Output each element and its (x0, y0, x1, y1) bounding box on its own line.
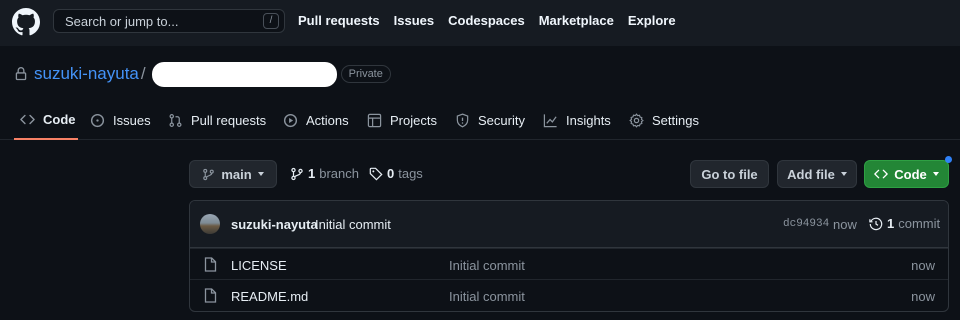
file-browser: suzuki-nayuta Initial commit dc94934 now… (189, 200, 949, 312)
go-to-file-label: Go to file (701, 166, 758, 182)
notification-dot (945, 156, 952, 163)
file-name-link[interactable]: README.md (231, 289, 308, 304)
nav-explore[interactable]: Explore (628, 13, 676, 28)
branch-icon (291, 167, 303, 180)
nav-pull-requests[interactable]: Pull requests (298, 13, 380, 28)
search-input[interactable]: Search or jump to... / (53, 9, 285, 33)
chevron-down-icon (840, 172, 847, 176)
branch-count: 1 (308, 166, 316, 181)
search-shortcut-key: / (263, 13, 279, 29)
branch-select-button[interactable]: main (189, 160, 277, 188)
tab-settings-label: Settings (652, 112, 699, 128)
tab-code[interactable]: Code (14, 100, 78, 140)
commit-message-link[interactable]: Initial commit (315, 217, 391, 232)
latest-commit-bar: suzuki-nayuta Initial commit dc94934 now… (190, 201, 948, 248)
code-button-label: Code (894, 166, 927, 182)
branch-name: main (221, 166, 252, 182)
file-age: now (911, 289, 935, 304)
branch-icon (203, 168, 215, 180)
graph-icon (543, 113, 557, 127)
global-nav: Pull requests Issues Codespaces Marketpl… (298, 13, 676, 28)
tab-projects-label: Projects (390, 112, 437, 128)
tag-count: 0 (387, 166, 395, 181)
table-icon (367, 113, 382, 127)
tag-count-label: tags (398, 166, 423, 181)
commit-author-link[interactable]: suzuki-nayuta (231, 217, 318, 232)
table-row[interactable]: LICENSE Initial commit now (190, 248, 948, 280)
tab-actions-label: Actions (306, 112, 349, 128)
tags-link[interactable]: 0 tags (369, 166, 423, 181)
add-file-label: Add file (787, 166, 835, 182)
tab-security[interactable]: Security (455, 100, 525, 140)
repo-tabs: Code Issues Pull requests Actions Projec… (0, 100, 960, 140)
go-to-file-button[interactable]: Go to file (690, 160, 769, 188)
nav-codespaces[interactable]: Codespaces (448, 13, 525, 28)
file-age: now (911, 258, 935, 273)
lock-icon (15, 67, 27, 81)
tab-insights[interactable]: Insights (543, 100, 611, 140)
tab-projects[interactable]: Projects (367, 100, 437, 140)
tab-security-label: Security (478, 112, 525, 128)
chevron-down-icon (257, 172, 264, 176)
add-file-button[interactable]: Add file (777, 160, 857, 188)
file-name-link[interactable]: LICENSE (231, 258, 287, 273)
code-download-button[interactable]: Code (864, 160, 949, 188)
tag-icon (369, 167, 383, 181)
file-commit-message-link[interactable]: Initial commit (449, 289, 525, 304)
repo-owner-link[interactable]: suzuki-nayuta (34, 64, 139, 84)
branches-link[interactable]: 1 branch (290, 166, 359, 181)
commit-count-label: commit (898, 216, 941, 231)
repo-path-separator: / (140, 64, 146, 83)
code-icon (874, 169, 889, 179)
code-icon (20, 114, 35, 124)
avatar[interactable] (200, 214, 220, 234)
commit-age: now (833, 217, 857, 232)
file-commit-message-link[interactable]: Initial commit (449, 258, 525, 273)
shield-icon (456, 112, 469, 127)
visibility-badge: Private (340, 65, 391, 83)
branch-count-label: branch (319, 166, 359, 181)
file-icon (204, 288, 217, 303)
tab-actions[interactable]: Actions (283, 100, 349, 140)
commit-count: 1 (887, 216, 895, 231)
chevron-down-icon (932, 172, 939, 176)
issue-icon (90, 113, 105, 127)
tab-issues-label: Issues (113, 112, 151, 128)
search-placeholder: Search or jump to... (65, 14, 179, 29)
global-header: Search or jump to... / Pull requests Iss… (0, 0, 960, 46)
play-icon (283, 113, 298, 127)
nav-marketplace[interactable]: Marketplace (539, 13, 614, 28)
tab-insights-label: Insights (566, 112, 611, 128)
repo-title: suzuki-nayuta / Private (14, 61, 391, 87)
gear-icon (629, 112, 644, 128)
pull-request-icon (169, 113, 182, 127)
history-icon (869, 217, 883, 230)
table-row[interactable]: README.md Initial commit now (190, 279, 948, 311)
redacted-repo-name (151, 61, 337, 87)
tab-issues[interactable]: Issues (90, 100, 151, 140)
tab-pull-requests[interactable]: Pull requests (168, 100, 266, 140)
tab-pull-requests-label: Pull requests (191, 112, 267, 128)
nav-issues[interactable]: Issues (394, 13, 434, 28)
tab-settings[interactable]: Settings (629, 100, 699, 140)
file-icon (204, 257, 217, 272)
commit-history-link[interactable]: 1 commit (869, 216, 940, 231)
github-logo-icon[interactable] (12, 8, 40, 36)
commit-sha-link[interactable]: dc94934 (783, 218, 829, 230)
tab-code-label: Code (43, 111, 76, 127)
